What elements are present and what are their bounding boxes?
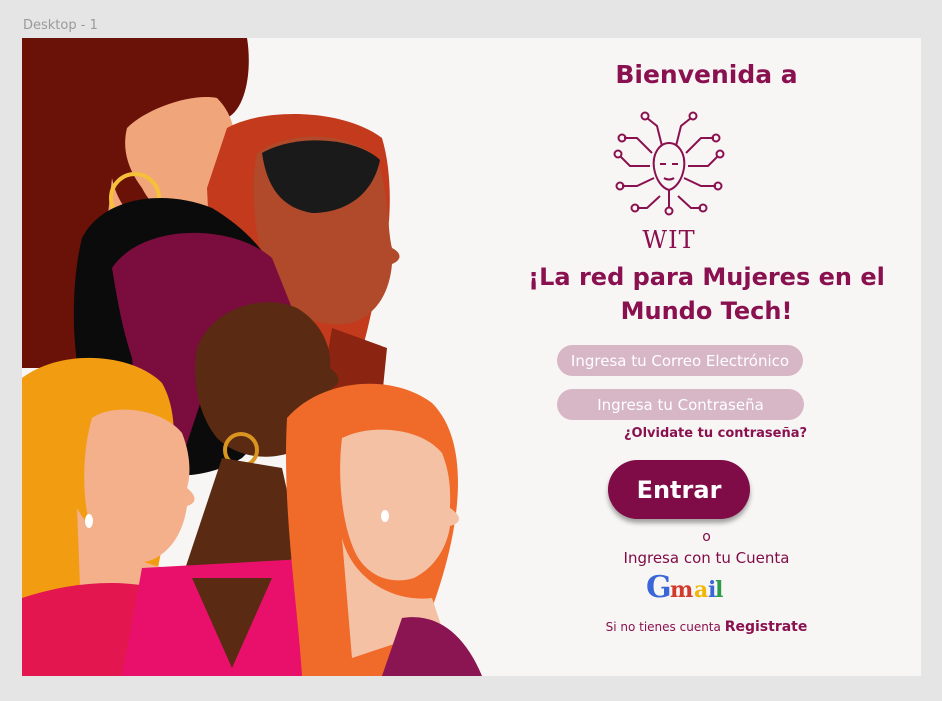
or-separator: o <box>702 529 711 545</box>
signup-line: Si no tienes cuenta Registrate <box>492 619 921 635</box>
login-button[interactable]: Entrar <box>608 460 750 519</box>
gmail-logo-icon: G m a i l <box>646 570 723 605</box>
frame-label: Desktop - 1 <box>23 18 98 33</box>
gmail-prompt: Ingresa con tu Cuenta <box>623 549 790 567</box>
gmail-login-button[interactable]: G m a i l <box>644 567 724 607</box>
register-link[interactable]: Registrate <box>725 619 808 635</box>
signup-prefix: Si no tienes cuenta <box>605 620 721 634</box>
logo-text: WIT <box>642 226 696 254</box>
svg-text:a: a <box>694 577 708 603</box>
tagline-line-2: Mundo Tech! <box>620 297 793 325</box>
email-field[interactable] <box>557 345 803 376</box>
login-page: Bienvenida a WIT ¡La red para Mujeres en… <box>22 38 921 676</box>
svg-text:l: l <box>715 577 723 603</box>
welcome-heading: Bienvenida a <box>615 60 798 89</box>
wit-logo: WIT <box>602 108 736 256</box>
svg-text:G: G <box>646 570 672 605</box>
tagline: ¡La red para Mujeres en el Mundo Tech! <box>492 260 921 328</box>
login-panel: Bienvenida a WIT ¡La red para Mujeres en… <box>492 38 921 676</box>
svg-text:m: m <box>670 577 693 603</box>
forgot-password-link[interactable]: ¿Olvidate tu contraseña? <box>624 426 807 441</box>
tagline-line-1: ¡La red para Mujeres en el <box>528 263 885 291</box>
password-field[interactable] <box>557 389 804 420</box>
circuit-face-icon <box>613 111 725 216</box>
women-illustration <box>22 38 482 676</box>
